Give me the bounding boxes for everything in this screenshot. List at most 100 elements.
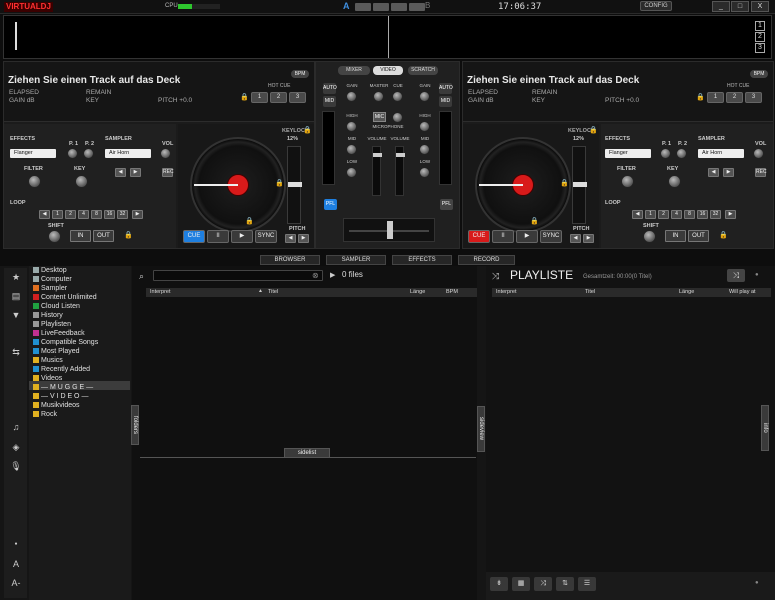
pfl-left-button[interactable]: PFL bbox=[324, 199, 337, 210]
gain-right-knob[interactable] bbox=[419, 91, 430, 102]
sampler-play-button[interactable]: ▶ bbox=[130, 168, 141, 177]
volume-fader-left-handle[interactable] bbox=[373, 153, 382, 157]
auto-left-button[interactable]: AUTO bbox=[323, 83, 337, 94]
loop-out-button[interactable]: OUT bbox=[93, 230, 114, 242]
play-button[interactable]: ▶ bbox=[231, 230, 253, 243]
mid-left-button[interactable]: MID bbox=[323, 96, 336, 107]
cue-button[interactable]: CUE bbox=[468, 230, 490, 243]
folder-tree-item[interactable]: History bbox=[33, 311, 63, 320]
layout-a-button[interactable]: A bbox=[343, 1, 350, 11]
pitch-slider-handle[interactable] bbox=[573, 182, 587, 187]
tab-scratch[interactable]: SCRATCH bbox=[408, 66, 438, 75]
folder-tree-item[interactable]: Sampler bbox=[33, 284, 67, 293]
volume-fader-left[interactable] bbox=[372, 146, 382, 196]
back-icon[interactable]: ⇆ bbox=[8, 346, 24, 359]
pitch-slider[interactable] bbox=[572, 146, 587, 224]
text-smaller-icon[interactable]: A- bbox=[8, 577, 24, 590]
loop-size-16[interactable]: 16 bbox=[697, 210, 708, 219]
bpm-button[interactable]: BPM bbox=[750, 70, 768, 78]
shuffle-icon[interactable]: ⤨ bbox=[534, 577, 552, 591]
pitch-lock-icon[interactable]: 🔒 bbox=[560, 179, 569, 187]
hot-cue-2[interactable]: 2 bbox=[270, 92, 287, 103]
layout-button[interactable] bbox=[391, 3, 407, 11]
tab-effects[interactable]: EFFECTS bbox=[392, 255, 452, 265]
lock-icon[interactable]: 🔒 bbox=[245, 217, 254, 225]
sidelist-tab[interactable]: sidelist bbox=[284, 448, 330, 458]
column-titel[interactable]: Titel bbox=[264, 288, 406, 297]
keylock-icon[interactable]: 🔒 bbox=[589, 126, 598, 134]
pause-button[interactable]: II bbox=[207, 230, 229, 243]
low-left-knob[interactable] bbox=[346, 167, 357, 178]
pl-column-will-play-at[interactable]: Will play at bbox=[725, 288, 771, 297]
tag-icon[interactable]: ◈ bbox=[8, 441, 24, 454]
sampler-select[interactable]: Air Horn bbox=[105, 149, 151, 158]
sampler-volume-knob[interactable] bbox=[753, 148, 764, 159]
pitch-down-button[interactable]: ◀ bbox=[285, 234, 296, 243]
folder-tree-item[interactable]: LiveFeedback bbox=[33, 329, 85, 338]
hot-cue-3[interactable]: 3 bbox=[289, 92, 306, 103]
key-knob[interactable] bbox=[668, 175, 681, 188]
dropdown-icon[interactable]: ▶ bbox=[330, 271, 335, 279]
layout-button[interactable] bbox=[355, 3, 371, 11]
mid-right-knob[interactable] bbox=[419, 144, 430, 155]
pitch-slider-handle[interactable] bbox=[288, 182, 302, 187]
loop-size-1[interactable]: 1 bbox=[52, 210, 63, 219]
dot-icon[interactable]: ● bbox=[8, 538, 24, 551]
volume-fader-right-handle[interactable] bbox=[396, 153, 405, 157]
loop-out-button[interactable]: OUT bbox=[688, 230, 709, 242]
sync-button[interactable]: SYNC bbox=[255, 230, 277, 243]
note-icon[interactable]: ♫ bbox=[8, 421, 24, 434]
mic-knob[interactable] bbox=[392, 112, 403, 123]
pl-column-titel[interactable]: Titel bbox=[581, 288, 675, 297]
loop-size-4[interactable]: 4 bbox=[78, 210, 89, 219]
master-knob[interactable] bbox=[373, 91, 384, 102]
loop-prev-button[interactable]: ◀ bbox=[632, 210, 643, 219]
loop-size-2[interactable]: 2 bbox=[658, 210, 669, 219]
keylock-icon[interactable]: 🔒 bbox=[303, 126, 312, 134]
auto-right-button[interactable]: AUTO bbox=[439, 83, 453, 94]
filter-knob[interactable] bbox=[621, 175, 634, 188]
sync-button[interactable]: SYNC bbox=[540, 230, 562, 243]
loop-size-2[interactable]: 2 bbox=[65, 210, 76, 219]
deck-number-3[interactable]: 3 bbox=[755, 43, 765, 53]
star-icon[interactable]: ★ bbox=[8, 271, 24, 284]
lock-icon[interactable]: 🔒 bbox=[530, 217, 539, 225]
bpm-button[interactable]: BPM bbox=[291, 70, 309, 78]
loop-size-16[interactable]: 16 bbox=[104, 210, 115, 219]
column-interpret[interactable]: Interpret bbox=[146, 288, 264, 297]
folder-icon[interactable]: ▤ bbox=[8, 290, 24, 303]
loop-size-32[interactable]: 32 bbox=[710, 210, 721, 219]
low-right-knob[interactable] bbox=[419, 167, 430, 178]
hot-cue-3[interactable]: 3 bbox=[745, 92, 762, 103]
layout-b-button[interactable]: B bbox=[425, 1, 430, 10]
folder-tree-item[interactable]: Most Played bbox=[33, 347, 80, 356]
lock-icon[interactable]: 🔒 bbox=[240, 93, 249, 101]
tab-browser[interactable]: BROWSER bbox=[260, 255, 320, 265]
high-right-knob[interactable] bbox=[419, 121, 430, 132]
effect-param-1-knob[interactable] bbox=[660, 148, 671, 159]
volume-fader-right[interactable] bbox=[395, 146, 405, 196]
playlist-shuffle-button[interactable]: ⤨ bbox=[727, 269, 745, 282]
effect-param-2-knob[interactable] bbox=[83, 148, 94, 159]
pitch-lock-icon[interactable]: 🔒 bbox=[275, 179, 284, 187]
column-laenge[interactable]: Länge bbox=[406, 288, 442, 297]
loop-next-button[interactable]: ▶ bbox=[132, 210, 143, 219]
pfl-right-button[interactable]: PFL bbox=[440, 199, 453, 210]
sampler-prev-button[interactable]: ◀ bbox=[708, 168, 719, 177]
sort-icon[interactable]: ⇅ bbox=[556, 577, 574, 591]
mid-right-button[interactable]: MID bbox=[439, 96, 452, 107]
pitch-up-button[interactable]: ▶ bbox=[583, 234, 594, 243]
key-knob[interactable] bbox=[75, 175, 88, 188]
jog-wheel[interactable] bbox=[475, 137, 571, 233]
folder-tree-item[interactable]: Rock bbox=[33, 410, 57, 419]
playlist-menu-icon[interactable]: ● bbox=[755, 272, 759, 278]
crossfader-handle[interactable] bbox=[387, 221, 393, 239]
pitch-up-button[interactable]: ▶ bbox=[298, 234, 309, 243]
jog-wheel[interactable] bbox=[190, 137, 286, 233]
loop-size-8[interactable]: 8 bbox=[684, 210, 695, 219]
text-size-icon[interactable]: A bbox=[8, 558, 24, 571]
loop-next-button[interactable]: ▶ bbox=[725, 210, 736, 219]
tab-mixer[interactable]: MIXER bbox=[338, 66, 370, 75]
mic-button[interactable]: MIC bbox=[373, 112, 386, 122]
minimize-button[interactable]: _ bbox=[712, 1, 730, 12]
